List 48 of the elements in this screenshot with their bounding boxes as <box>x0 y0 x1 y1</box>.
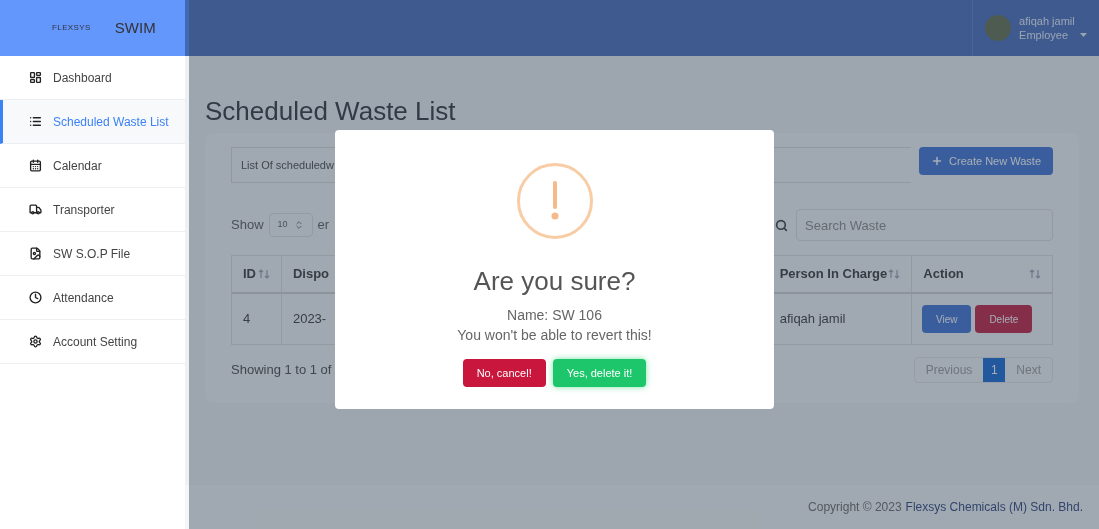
create-button[interactable]: Create New Waste <box>919 147 1053 175</box>
table-cell-text: afiqah jamil <box>779 310 846 329</box>
column-header[interactable]: Person In Charge <box>779 264 888 284</box>
column-header[interactable]: Dispo <box>292 264 330 284</box>
truck-icon <box>29 203 42 216</box>
dashboard-icon <box>29 71 42 84</box>
caret-icon[interactable] <box>1080 33 1087 37</box>
sidebar-item[interactable]: Attendance <box>0 276 185 320</box>
sidebar-item[interactable]: Calendar <box>0 144 185 188</box>
search-icon <box>775 218 788 232</box>
select-arrows-icon <box>293 220 304 230</box>
column-header[interactable]: Action <box>923 264 964 284</box>
file-icon <box>29 247 42 260</box>
sidebar-item[interactable]: Transporter <box>0 188 185 232</box>
column-header[interactable]: ID <box>243 264 256 284</box>
entries-label: er <box>317 216 330 235</box>
page-button[interactable]: 1 <box>983 358 1006 382</box>
table-info: Showing 1 to 1 of <box>231 361 332 380</box>
delete-button[interactable]: Delete <box>975 305 1033 333</box>
cancel-button[interactable]: No, cancel! <box>462 359 546 387</box>
sort-icon <box>1029 268 1041 280</box>
sidebar-item[interactable]: Scheduled Waste List <box>0 100 185 144</box>
company-link[interactable]: Flexsys Chemicals (M) Sdn. Bhd. <box>905 498 1083 516</box>
plus-icon <box>931 155 944 167</box>
user-role: Employee <box>1019 28 1068 42</box>
sort-icon <box>888 268 901 280</box>
warning-icon <box>516 163 593 239</box>
table-cell-text: 4 <box>243 310 251 329</box>
list-icon <box>29 115 42 128</box>
page-title: Scheduled Waste List <box>205 95 457 128</box>
sidebar-item[interactable]: Account Setting <box>0 320 185 364</box>
settings-icon <box>29 335 42 348</box>
calendar-icon <box>29 159 42 172</box>
app-name: SWIM <box>114 17 156 38</box>
brand-logo: FLEXSYS <box>52 22 91 34</box>
search-field[interactable]: Search Waste <box>796 209 1053 241</box>
dialog-title: Are you sure? <box>473 265 636 297</box>
entries-select[interactable]: 10 <box>268 213 313 237</box>
sidebar-item[interactable]: SW S.O.P File <box>0 232 185 276</box>
dialog-text: Name: SW 106 <box>507 306 602 325</box>
show-label: Show <box>231 216 264 235</box>
clock-icon <box>29 291 42 304</box>
user-name: afiqah jamil <box>1019 14 1076 28</box>
dialog-text: You won't be able to revert this! <box>457 326 652 345</box>
copyright-text: Copyright © 2023 <box>808 499 902 516</box>
view-button[interactable]: View <box>922 305 972 333</box>
table-cell-text: 2023- <box>292 310 327 329</box>
sort-icon <box>257 268 270 280</box>
